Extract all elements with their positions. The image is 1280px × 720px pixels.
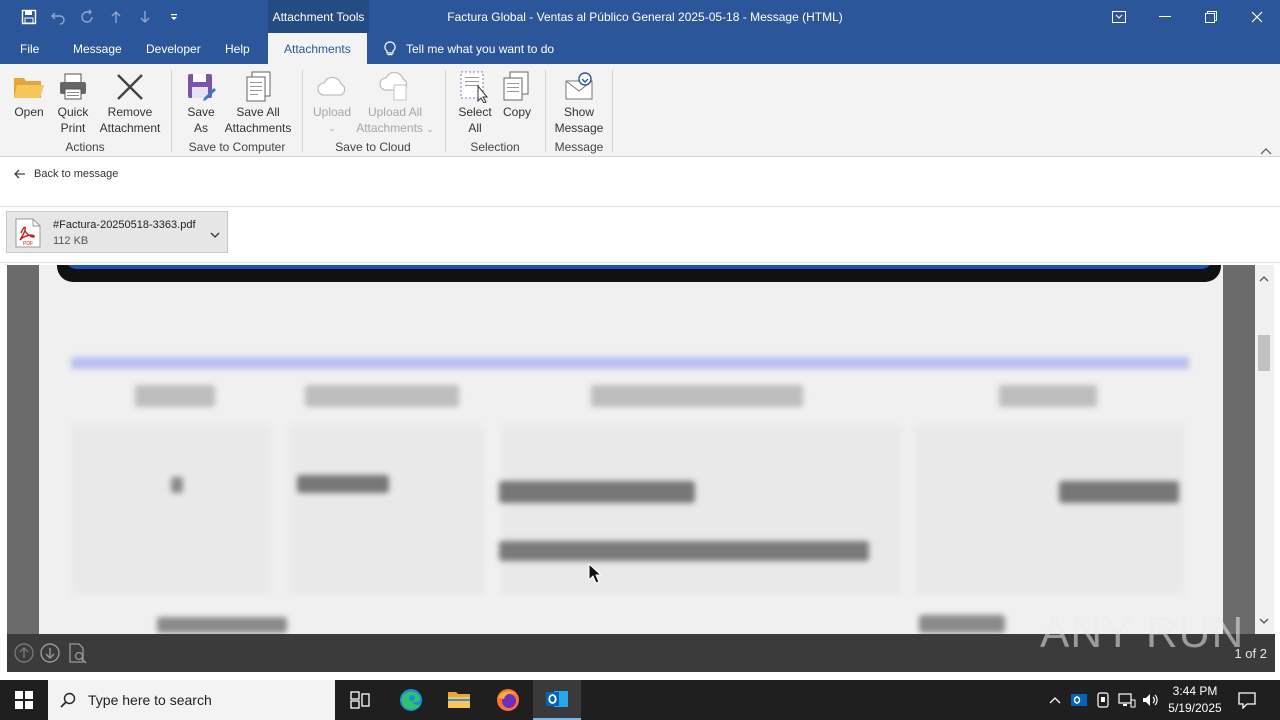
cloud-documents-icon — [378, 70, 412, 104]
quick-print-button[interactable]: Quick Print — [55, 70, 91, 136]
group-actions-label: Actions — [65, 140, 105, 154]
window-title: Factura Global - Ventas al Público Gener… — [447, 9, 843, 24]
copy-button[interactable]: Copy — [500, 70, 534, 120]
search-icon — [60, 692, 76, 708]
quick-access-toolbar — [0, 0, 188, 33]
documents-stack-icon — [243, 70, 273, 104]
title-bar: Attachment Tools Factura Global - Ventas… — [0, 0, 1280, 33]
chevron-down-icon[interactable] — [210, 226, 220, 244]
notifications-icon[interactable] — [1232, 680, 1262, 720]
ribbon-tabs: File Message Developer Help Attachments … — [0, 33, 1280, 64]
attachment-bar: PDF #Factura-20250518-3363.pdf 112 KB — [0, 207, 1280, 263]
edge-browser-icon[interactable] — [387, 680, 435, 720]
tell-me-box[interactable]: Tell me what you want to do — [384, 33, 554, 64]
network-icon[interactable] — [1116, 680, 1138, 720]
tab-developer[interactable]: Developer — [146, 33, 201, 64]
customize-qat-icon[interactable] — [159, 0, 188, 33]
group-divider — [171, 70, 172, 152]
arrow-down-icon[interactable] — [130, 0, 159, 33]
remove-attachment-button[interactable]: Remove Attachment — [96, 70, 164, 136]
tab-file[interactable]: File — [20, 33, 39, 64]
search-placeholder: Type here to search — [88, 692, 212, 708]
group-divider — [302, 70, 303, 152]
folder-open-icon — [13, 70, 45, 104]
attachment-name: #Factura-20250518-3363.pdf — [53, 219, 196, 231]
back-row: Back to message — [0, 157, 1280, 207]
tab-help[interactable]: Help — [225, 33, 250, 64]
page-header-band — [57, 265, 1221, 282]
redo-icon[interactable] — [72, 0, 101, 33]
minimize-icon[interactable] — [1142, 0, 1188, 33]
chevron-down-icon: ⌄ — [426, 124, 434, 134]
open-button[interactable]: Open — [12, 70, 46, 120]
windows-start-icon[interactable] — [0, 680, 48, 720]
task-view-icon[interactable] — [336, 680, 384, 720]
taskbar-search-box[interactable]: Type here to search — [48, 680, 335, 720]
scroll-down-icon[interactable] — [1259, 612, 1269, 630]
preview-scrollbar[interactable] — [1255, 265, 1274, 634]
upload-button[interactable]: Upload ⌄ — [308, 70, 356, 136]
ribbon-display-options-icon[interactable] — [1096, 0, 1142, 33]
lightbulb-icon — [384, 40, 396, 55]
outlook-icon[interactable] — [533, 680, 581, 720]
find-in-page-icon[interactable] — [67, 642, 89, 669]
firefox-icon[interactable] — [484, 680, 532, 720]
device-tray-icon[interactable] — [1092, 680, 1114, 720]
scrollbar-thumb[interactable] — [1258, 335, 1270, 371]
scroll-up-icon[interactable] — [1259, 269, 1269, 287]
svg-text:PDF: PDF — [23, 241, 33, 247]
tab-message[interactable]: Message — [73, 33, 122, 64]
copy-icon — [502, 70, 532, 104]
save-as-button[interactable]: Save As — [184, 70, 218, 136]
pdf-file-icon: PDF — [15, 218, 41, 253]
save-all-attachments-button[interactable]: Save All Attachments — [222, 70, 294, 136]
arrow-left-icon — [14, 169, 25, 179]
clock-date: 5/19/2025 — [1168, 701, 1222, 715]
ribbon: Open Quick Print Remove Attachment Actio… — [0, 64, 1280, 157]
save-as-icon — [186, 70, 216, 104]
file-explorer-icon[interactable] — [435, 680, 483, 720]
save-icon[interactable] — [14, 0, 43, 33]
printer-icon — [58, 70, 88, 104]
tab-attachments[interactable]: Attachments — [268, 33, 367, 64]
previous-page-icon[interactable] — [13, 642, 35, 669]
group-save-to-cloud-label: Save to Cloud — [335, 140, 411, 154]
cloud-upload-icon — [315, 70, 349, 104]
group-divider — [445, 70, 446, 152]
next-page-icon[interactable] — [39, 642, 61, 669]
arrow-up-icon[interactable] — [101, 0, 130, 33]
clock-time: 3:44 PM — [1172, 684, 1218, 698]
show-hidden-icons-chevron[interactable] — [1044, 680, 1066, 720]
show-message-button[interactable]: Show Message — [552, 70, 606, 136]
back-to-message-link[interactable]: Back to message — [14, 168, 118, 180]
tell-me-label: Tell me what you want to do — [406, 41, 555, 56]
chevron-down-icon: ⌄ — [328, 123, 336, 133]
upload-all-attachments-button[interactable]: Upload All Attachments ⌄ — [354, 70, 436, 137]
taskbar: Type here to search 3:44 PM 5/19/2025 — [0, 680, 1280, 720]
remove-x-icon — [115, 70, 145, 104]
mouse-pointer-icon — [588, 562, 603, 590]
outlook-tray-icon[interactable] — [1068, 680, 1090, 720]
attachment-item[interactable]: PDF #Factura-20250518-3363.pdf 112 KB — [6, 211, 228, 253]
select-all-icon — [459, 70, 491, 104]
group-selection-label: Selection — [470, 140, 520, 154]
group-divider — [545, 70, 546, 152]
envelope-icon — [563, 70, 595, 104]
attachment-preview[interactable] — [7, 265, 1255, 634]
close-icon[interactable] — [1234, 0, 1280, 33]
system-clock[interactable]: 3:44 PM 5/19/2025 — [1160, 683, 1230, 717]
context-tab-attachment-tools: Attachment Tools — [268, 0, 369, 33]
pdf-page — [39, 265, 1223, 634]
volume-icon[interactable] — [1140, 680, 1162, 720]
anyrun-watermark: ANY RUN — [1040, 608, 1245, 657]
restore-icon[interactable] — [1188, 0, 1234, 33]
select-all-button[interactable]: Select All — [454, 70, 496, 136]
attachment-size: 112 KB — [53, 235, 89, 247]
group-message-label: Message — [554, 140, 604, 154]
group-divider — [612, 70, 613, 152]
group-save-to-computer-label: Save to Computer — [188, 140, 286, 154]
undo-icon[interactable] — [43, 0, 72, 33]
